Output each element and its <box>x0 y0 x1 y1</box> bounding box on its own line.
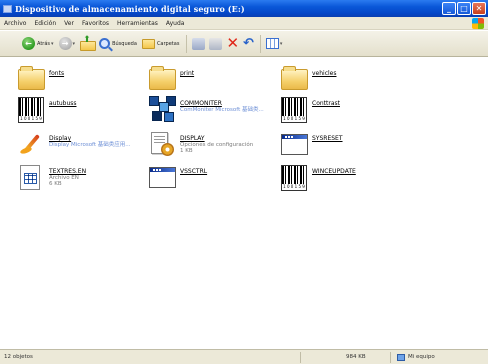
file-name[interactable]: VSSCTRL <box>180 168 207 175</box>
status-bar: 12 objetos 984 KB Mi equipo <box>0 349 488 364</box>
maximize-button[interactable]: □ <box>457 2 471 15</box>
file-name[interactable]: WINCEUPDATE <box>312 168 356 175</box>
settings-file-icon <box>150 132 176 158</box>
file-size: 6 KB <box>49 181 62 187</box>
search-icon <box>99 38 111 49</box>
barcode-icon <box>281 97 307 123</box>
file-item-sysreset[interactable]: SYSRESET <box>281 131 343 159</box>
folder-icon <box>281 66 308 90</box>
file-name[interactable]: autubuss <box>49 100 77 107</box>
menu-herramientas[interactable]: Herramientas <box>117 20 158 27</box>
chevron-down-icon[interactable]: ▾ <box>280 41 283 47</box>
location-label: Mi equipo <box>408 354 435 360</box>
file-name[interactable]: print <box>180 70 194 77</box>
back-button[interactable]: ← Atrás ▾ <box>22 37 54 50</box>
up-folder-button[interactable] <box>80 35 97 51</box>
folder-up-icon <box>80 35 97 51</box>
file-item-vssctrl[interactable]: VSSCTRL <box>149 164 207 192</box>
close-button[interactable]: ✕ <box>472 2 486 15</box>
file-description: Display Microsoft 基础类应用... <box>49 142 131 148</box>
folders-label: Carpetas <box>156 40 180 47</box>
window-icon <box>149 167 176 188</box>
search-label: Búsqueda <box>112 40 137 47</box>
file-name[interactable]: SYSRESET <box>312 135 343 142</box>
back-arrow-icon: ← <box>22 37 35 50</box>
location-zone: Mi equipo <box>397 353 435 361</box>
calculator-icon <box>20 165 44 191</box>
folder-icon <box>149 66 176 90</box>
forward-button[interactable]: → ▾ <box>58 37 76 50</box>
minimize-button[interactable]: _ <box>442 2 456 15</box>
toolbar-separator <box>186 34 188 53</box>
file-name[interactable]: TEXTRES.EN <box>49 168 86 175</box>
search-button[interactable]: Búsqueda <box>99 38 137 49</box>
file-name[interactable]: DISPLAY <box>180 135 253 142</box>
menu-ver[interactable]: Ver <box>64 20 74 27</box>
file-size: 1 KB <box>180 148 193 154</box>
window-controls: _ □ ✕ <box>442 2 486 15</box>
file-item-autubuss[interactable]: autubuss <box>18 96 77 124</box>
forward-arrow-icon: → <box>58 37 72 50</box>
move-to-icon[interactable] <box>192 37 206 50</box>
delete-icon[interactable]: ✕ <box>226 36 239 51</box>
file-item-print[interactable]: print <box>149 66 194 94</box>
windows-logo-icon <box>472 18 484 29</box>
file-item-conttrast[interactable]: Conttrast <box>281 96 340 124</box>
cubes-icon <box>149 96 177 124</box>
barcode-icon <box>18 97 44 123</box>
object-count: 12 objetos <box>4 354 33 360</box>
chevron-down-icon[interactable]: ▾ <box>73 41 76 47</box>
folder-icon <box>18 66 45 90</box>
file-name[interactable]: COMMONITER <box>180 100 264 107</box>
chevron-down-icon[interactable]: ▾ <box>51 41 54 47</box>
menu-archivo[interactable]: Archivo <box>4 20 26 27</box>
menu-ayuda[interactable]: Ayuda <box>166 20 185 27</box>
file-list[interactable]: fonts print vehicles autubuss COMMONITER… <box>0 58 488 348</box>
barcode-icon <box>281 165 307 191</box>
status-divider <box>390 352 391 363</box>
file-name[interactable]: Display <box>49 135 131 142</box>
folders-button[interactable]: Carpetas <box>141 38 180 49</box>
computer-icon <box>397 353 405 361</box>
folders-icon <box>141 38 155 49</box>
file-item-vehicles[interactable]: vehicles <box>281 66 337 94</box>
file-item-winceupdate[interactable]: WINCEUPDATE <box>281 164 356 192</box>
file-item-display-config[interactable]: DISPLAY Opciones de configuración 1 KB <box>149 131 253 159</box>
toolbar-separator <box>259 34 261 53</box>
file-name[interactable]: vehicles <box>312 70 337 77</box>
undo-icon[interactable]: ↶ <box>243 37 254 50</box>
window-title: Dispositivo de almacenamiento digital se… <box>15 3 245 14</box>
file-item-textres[interactable]: TEXTRES.EN Archivo EN 6 KB <box>18 164 86 192</box>
total-size: 984 KB <box>346 354 366 360</box>
status-divider <box>300 352 301 363</box>
file-name[interactable]: Conttrast <box>312 100 340 107</box>
back-label: Atrás <box>37 40 51 47</box>
file-item-display-exe[interactable]: Display Display Microsoft 基础类应用... <box>18 131 131 159</box>
drive-icon[interactable] <box>3 4 12 13</box>
menu-bar: Archivo Edición Ver Favoritos Herramient… <box>0 17 488 30</box>
toolbar: ← Atrás ▾ → ▾ Búsqueda Carpetas ✕ ↶ ▾ <box>0 31 488 57</box>
menu-edicion[interactable]: Edición <box>34 20 56 27</box>
paintbrush-icon <box>20 133 44 157</box>
file-description: ComMoniter Microsoft 基础类... <box>180 107 264 113</box>
file-item-fonts[interactable]: fonts <box>18 66 64 94</box>
menu-favoritos[interactable]: Favoritos <box>82 20 109 27</box>
title-bar[interactable]: Dispositivo de almacenamiento digital se… <box>0 0 488 17</box>
file-item-commoniter[interactable]: COMMONITER ComMoniter Microsoft 基础类... <box>149 96 264 124</box>
views-icon <box>265 38 279 49</box>
file-name[interactable]: fonts <box>49 70 64 77</box>
views-button[interactable]: ▾ <box>265 38 283 49</box>
copy-to-icon[interactable] <box>209 37 223 50</box>
window-icon <box>281 134 308 155</box>
